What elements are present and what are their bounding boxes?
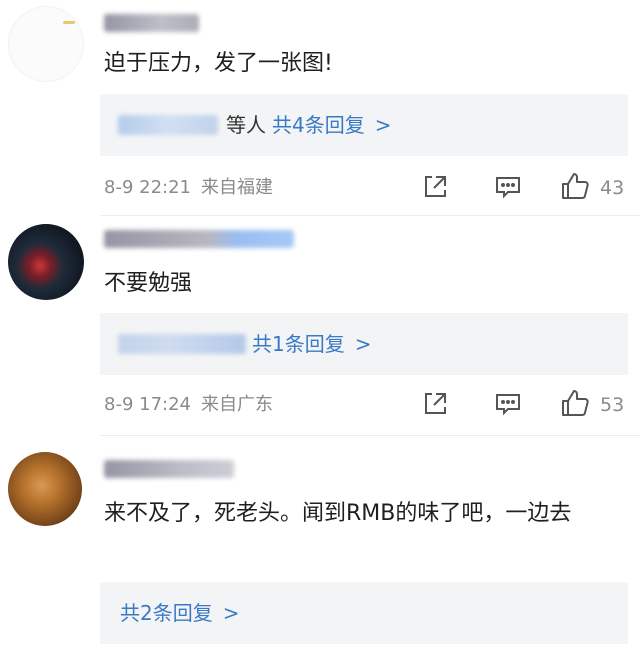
timestamp: 8-9 17:24	[104, 394, 191, 415]
comment-icon[interactable]	[494, 175, 522, 203]
comment-item: 不要勉强 共1条回复 > 8-9 17:24 来自广东 53	[0, 216, 640, 436]
share-icon[interactable]	[422, 174, 448, 204]
reply-count[interactable]: 共1条回复	[252, 332, 345, 356]
comment-item: 来不及了，死老头。闻到RMB的味了吧，一边去 共2条回复 >	[0, 436, 640, 649]
timestamp: 8-9 22:21	[104, 177, 191, 198]
like-count: 53	[600, 394, 625, 416]
username[interactable]	[104, 14, 199, 32]
thumbs-up-icon[interactable]	[560, 388, 590, 422]
reply-preview[interactable]: 共1条回复 >	[100, 313, 628, 375]
reply-count[interactable]: 共2条回复	[120, 601, 213, 625]
reply-preview[interactable]: 共2条回复 >	[100, 582, 628, 644]
username[interactable]	[104, 230, 294, 248]
username[interactable]	[104, 460, 234, 478]
share-icon[interactable]	[422, 391, 448, 421]
chevron-right-icon[interactable]: >	[375, 113, 392, 137]
avatar-dash	[63, 21, 75, 24]
reply-suffix: 等人	[226, 113, 266, 137]
comment-meta: 8-9 17:24 来自广东	[104, 390, 273, 420]
reply-summary[interactable]: 共2条回复 >	[120, 582, 240, 644]
avatar[interactable]	[8, 452, 82, 526]
reply-summary[interactable]: 共1条回复 >	[252, 313, 372, 375]
comment-meta: 8-9 22:21 来自福建	[104, 173, 273, 203]
reply-usernames[interactable]	[118, 115, 218, 135]
comment-text: 不要勉强	[104, 271, 193, 296]
comment-text: 迫于压力，发了一张图!	[104, 51, 333, 76]
comment-item: 迫于压力，发了一张图! 等人 共4条回复 > 8-9 22:21 来自福建 43	[0, 0, 640, 215]
location: 来自广东	[201, 394, 273, 415]
reply-summary[interactable]: 等人 共4条回复 >	[226, 94, 392, 156]
location: 来自福建	[201, 177, 273, 198]
thumbs-up-icon[interactable]	[560, 171, 590, 205]
comment-text: 来不及了，死老头。闻到RMB的味了吧，一边去	[104, 501, 572, 526]
avatar[interactable]	[8, 224, 84, 300]
comment-icon[interactable]	[494, 392, 522, 420]
reply-usernames[interactable]	[118, 334, 246, 354]
reply-count[interactable]: 共4条回复	[272, 113, 365, 137]
chevron-right-icon[interactable]: >	[223, 601, 240, 625]
chevron-right-icon[interactable]: >	[355, 332, 372, 356]
like-count: 43	[600, 177, 625, 199]
reply-preview[interactable]: 等人 共4条回复 >	[100, 94, 628, 156]
avatar[interactable]	[8, 6, 84, 82]
